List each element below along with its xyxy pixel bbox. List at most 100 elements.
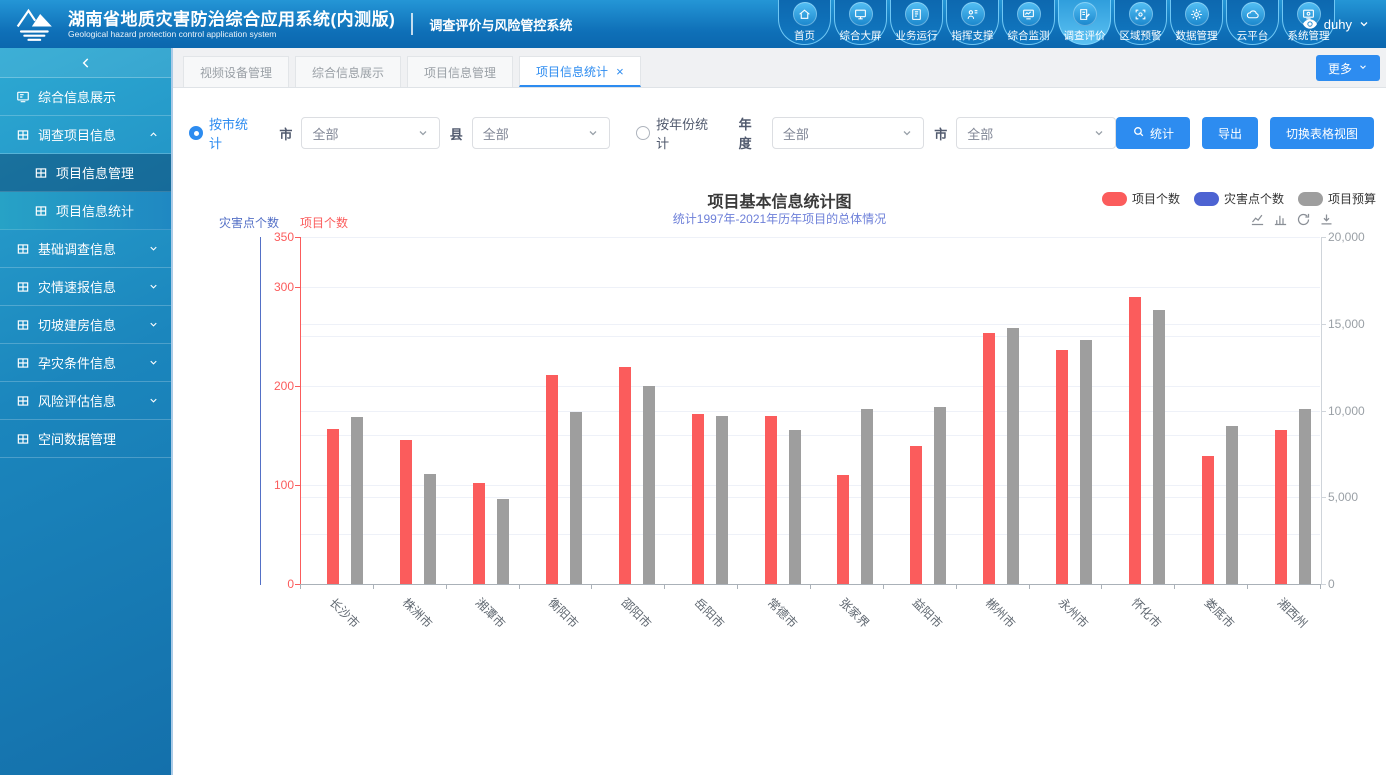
sidebar-subitem-2-1[interactable]: 项目信息管理 [0,154,171,192]
y-axis-tick [295,386,300,387]
close-tab-icon[interactable]: × [616,65,624,78]
legend-item-2[interactable]: 灾害点个数 [1194,190,1284,207]
bar-项目预算-7[interactable] [789,430,801,584]
chevron-down-icon [148,395,159,406]
sidebar-subitem-2-2[interactable]: 项目信息统计 [0,192,171,230]
magictype-line-icon[interactable] [1250,212,1265,227]
stat-button-label: 统计 [1150,125,1174,142]
nav-item-3[interactable]: 业务运行 [890,0,943,45]
bar-项目个数-3[interactable] [473,483,485,584]
header-nav: 首页综合大屏业务运行指挥支撑综合监测调查评价区域预警数据管理云平台系统管理 [778,0,1338,45]
sidebar-item-4[interactable]: 灾情速报信息 [0,268,171,306]
gridline [300,287,1320,288]
bar-项目预算-12[interactable] [1153,310,1165,584]
gridline [300,485,1320,486]
bar-项目预算-10[interactable] [1007,328,1019,584]
x-axis-tick [737,584,738,589]
title-block: 湖南省地质灾害防治综合应用系统(内测版) Geological hazard p… [68,10,395,39]
right-axis-tick-label: 10,000 [1328,404,1365,418]
chevron-down-icon [148,281,159,292]
bar-项目预算-9[interactable] [934,407,946,584]
x-axis-tick [1247,584,1248,589]
bar-项目个数-4[interactable] [546,375,558,584]
toggle-table-view-button[interactable]: 切换表格视图 [1270,117,1374,149]
chart-card: 项目基本信息统计图 统计1997年-2021年历年项目的总体情况 项目个数灾害点… [173,170,1386,650]
bar-项目个数-11[interactable] [1056,350,1068,584]
city-select[interactable]: 全部 [301,117,439,149]
sidebar-item-label: 切坡建房信息 [38,315,116,334]
bar-项目预算-5[interactable] [643,386,655,584]
magictype-bar-icon[interactable] [1273,212,1288,227]
sidebar-item-8[interactable]: 空间数据管理 [0,420,171,458]
data-icon [1185,2,1209,26]
legend-item-1[interactable]: 项目个数 [1102,190,1180,207]
restore-icon[interactable] [1296,212,1311,227]
nav-item-5[interactable]: 综合监测 [1002,0,1055,45]
sidebar-item-1[interactable]: 综合信息展示 [0,78,171,116]
radio-by-city[interactable] [189,126,203,140]
nav-item-2[interactable]: 综合大屏 [834,0,887,45]
x-axis-tick [519,584,520,589]
bar-项目预算-4[interactable] [570,412,582,584]
bar-项目个数-5[interactable] [619,367,631,584]
sidebar-item-5[interactable]: 切坡建房信息 [0,306,171,344]
city2-select[interactable]: 全部 [956,117,1116,149]
y-axis-primary-name: 项目个数 [300,214,348,231]
bar-项目个数-14[interactable] [1275,430,1287,584]
year-select[interactable]: 全部 [772,117,924,149]
sidebar-item-6[interactable]: 孕灾条件信息 [0,344,171,382]
nav-item-9[interactable]: 云平台 [1226,0,1279,45]
layout: 综合信息展示调查项目信息项目信息管理项目信息统计基础调查信息灾情速报信息切坡建房… [0,48,1386,775]
bar-项目预算-1[interactable] [351,417,363,584]
year-label: 年度 [739,114,763,152]
bar-项目个数-8[interactable] [837,475,849,584]
sidebar-collapse-button[interactable] [0,48,171,78]
export-button[interactable]: 导出 [1202,117,1258,149]
bar-项目个数-7[interactable] [765,416,777,584]
bar-项目个数-13[interactable] [1202,456,1214,584]
bar-项目个数-1[interactable] [327,429,339,584]
sidebar-item-3[interactable]: 基础调查信息 [0,230,171,268]
tab-4[interactable]: 项目信息统计× [519,56,641,87]
tab-1[interactable]: 视频设备管理 [183,56,289,87]
right-axis-tick [1321,497,1326,498]
save-image-icon[interactable] [1319,212,1334,227]
bar-项目预算-11[interactable] [1080,340,1092,584]
tab-2[interactable]: 综合信息展示 [295,56,401,87]
bar-项目个数-9[interactable] [910,446,922,584]
nav-item-4[interactable]: 指挥支撑 [946,0,999,45]
nav-item-7[interactable]: 区域预警 [1114,0,1167,45]
right-axis-tick [1321,324,1326,325]
sidebar-item-7[interactable]: 风险评估信息 [0,382,171,420]
bar-项目预算-8[interactable] [861,409,873,584]
nav-item-1[interactable]: 首页 [778,0,831,45]
y-axis-tick [295,485,300,486]
bar-项目预算-6[interactable] [716,416,728,584]
gridline [300,237,1320,238]
stat-button[interactable]: 统计 [1116,117,1190,149]
sidebar-item-2[interactable]: 调查项目信息 [0,116,171,154]
bar-项目预算-2[interactable] [424,474,436,584]
radio-by-year[interactable] [636,126,650,140]
city2-select-value: 全部 [967,124,993,143]
nav-item-6[interactable]: 调查评价 [1058,0,1111,45]
tab-3[interactable]: 项目信息管理 [407,56,513,87]
sidebar-item-label: 综合信息展示 [38,87,116,106]
bar-项目预算-13[interactable] [1226,426,1238,584]
bar-项目个数-10[interactable] [983,333,995,584]
legend-label: 项目个数 [1132,190,1180,207]
legend-item-3[interactable]: 项目预算 [1298,190,1376,207]
nav-item-8[interactable]: 数据管理 [1170,0,1223,45]
bar-项目个数-12[interactable] [1129,297,1141,584]
x-axis-tick [1101,584,1102,589]
user-menu[interactable]: duhy [1302,0,1370,48]
chart-toolbox [1250,212,1334,227]
bar-项目个数-6[interactable] [692,414,704,584]
bar-项目预算-3[interactable] [497,499,509,584]
sidebar-item-label: 孕灾条件信息 [38,353,116,372]
more-button[interactable]: 更多 [1316,55,1380,81]
bar-项目个数-2[interactable] [400,440,412,584]
x-axis-label: 岳阳市 [691,594,728,631]
bar-项目预算-14[interactable] [1299,409,1311,584]
county-select[interactable]: 全部 [472,117,610,149]
